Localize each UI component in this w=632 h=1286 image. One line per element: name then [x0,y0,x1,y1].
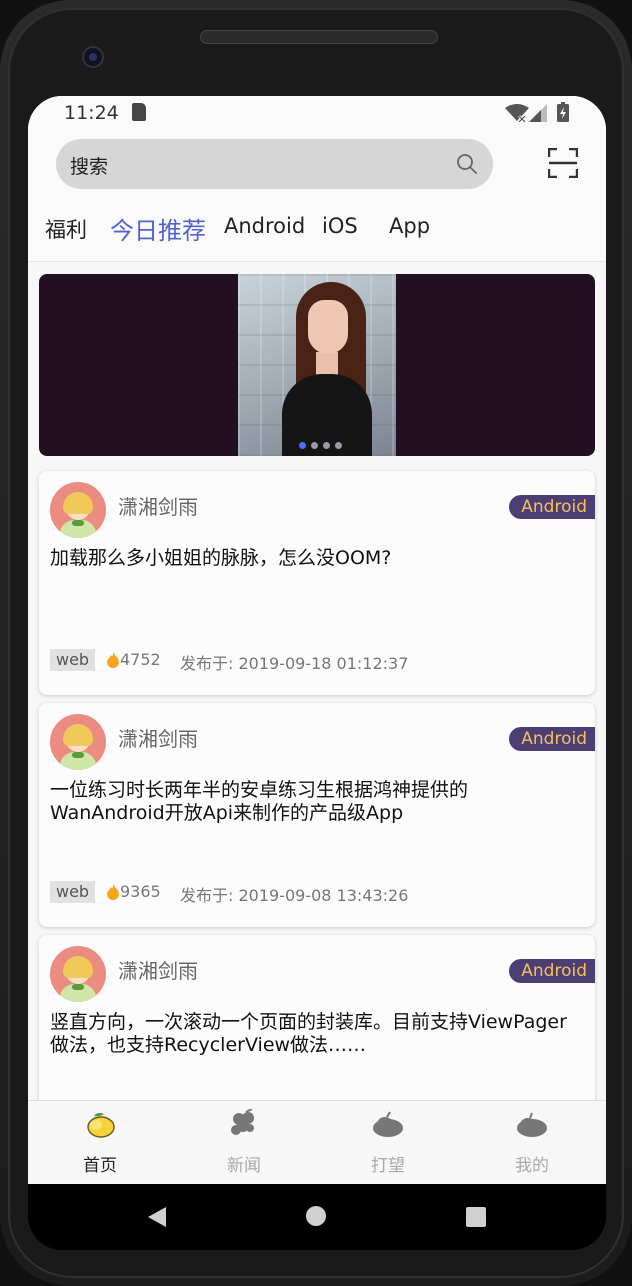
like-count: 4752 [120,650,161,669]
like-count: 9365 [120,882,161,901]
back-icon[interactable] [146,1206,168,1228]
author-name: 潇湘剑雨 [118,959,198,983]
carousel-dot[interactable] [299,442,306,449]
tab-app[interactable]: App [389,214,430,238]
cell-signal-icon [529,104,547,122]
carousel-dot[interactable] [323,442,330,449]
nav-home[interactable]: 首页 [28,1101,172,1184]
article-card[interactable]: 潇湘剑雨 Android 一位练习时长两年半的安卓练习生根据鸿神提供的WanAn… [39,703,595,927]
category-tag: Android [509,495,595,519]
fruit-icon [517,1112,547,1137]
nav-browse[interactable]: 打望 [316,1101,460,1184]
search-input[interactable]: 搜索 [56,139,493,189]
system-navigation-bar [28,1184,606,1250]
article-meta: web 9365 发布于: 2019-09-08 13:43:26 [50,881,582,905]
bottom-navigation: 首页 新闻 打望 我的 [28,1100,606,1184]
grape-icon [231,1109,254,1135]
status-time: 11:24 [64,102,119,124]
search-icon[interactable] [455,152,479,176]
search-row: 搜索 [28,130,606,200]
search-placeholder: 搜索 [70,156,109,178]
wifi-icon [505,104,529,122]
battery-charging-icon [557,102,569,122]
recent-apps-icon[interactable] [466,1207,486,1227]
source-badge: web [50,649,96,671]
category-tag: Android [509,959,595,983]
home-icon[interactable] [306,1206,326,1226]
article-card[interactable]: 潇湘剑雨 Android 加载那么多小姐姐的脉脉，怎么没OOM? web 475… [39,471,595,695]
category-tabs: 福利 今日推荐 Android iOS App [28,200,606,262]
scan-icon[interactable] [548,148,578,178]
status-bar: 11:24 [28,96,606,130]
banner-carousel[interactable] [39,274,595,456]
lemon-icon [87,1112,115,1138]
nav-label: 首页 [83,1156,117,1176]
avatar[interactable] [50,946,106,1002]
fruit-icon [373,1111,403,1137]
source-badge: web [50,881,96,903]
tab-ios[interactable]: iOS [322,214,358,238]
publish-date: 发布于: 2019-09-08 13:43:26 [180,886,409,905]
sd-card-icon [132,103,146,121]
phone-camera [82,46,104,68]
nav-mine[interactable]: 我的 [460,1101,604,1184]
banner-image [238,274,396,456]
tab-today-recommend[interactable]: 今日推荐 [110,211,206,246]
avatar[interactable] [50,482,106,538]
article-meta: web 4752 发布于: 2019-09-18 01:12:37 [50,649,582,673]
carousel-dot[interactable] [311,442,318,449]
fire-icon [107,884,119,900]
author-name: 潇湘剑雨 [118,727,198,751]
avatar[interactable] [50,714,106,770]
nav-label: 打望 [371,1156,405,1176]
phone-frame: 11:24 搜索 福利 今日推荐 Android iOS App 潇湘剑雨 An… [0,0,632,1286]
nav-label: 我的 [515,1156,549,1176]
app-screen: 11:24 搜索 福利 今日推荐 Android iOS App 潇湘剑雨 An… [28,96,606,1184]
phone-speaker [200,30,438,44]
article-title: 一位练习时长两年半的安卓练习生根据鸿神提供的WanAndroid开放Api来制作… [50,779,469,824]
author-name: 潇湘剑雨 [118,495,198,519]
category-tag: Android [509,727,595,751]
fire-icon [107,652,119,668]
article-title: 加载那么多小姐姐的脉脉，怎么没OOM? [50,547,392,569]
article-title: 竖直方向，一次滚动一个页面的封装库。目前支持ViewPager做法，也支持Rec… [50,1011,567,1056]
nav-news[interactable]: 新闻 [172,1101,316,1184]
publish-date: 发布于: 2019-09-18 01:12:37 [180,654,409,673]
nav-label: 新闻 [227,1156,261,1176]
carousel-dot[interactable] [335,442,342,449]
tab-welfare[interactable]: 福利 [45,214,87,244]
tab-android[interactable]: Android [224,214,305,238]
